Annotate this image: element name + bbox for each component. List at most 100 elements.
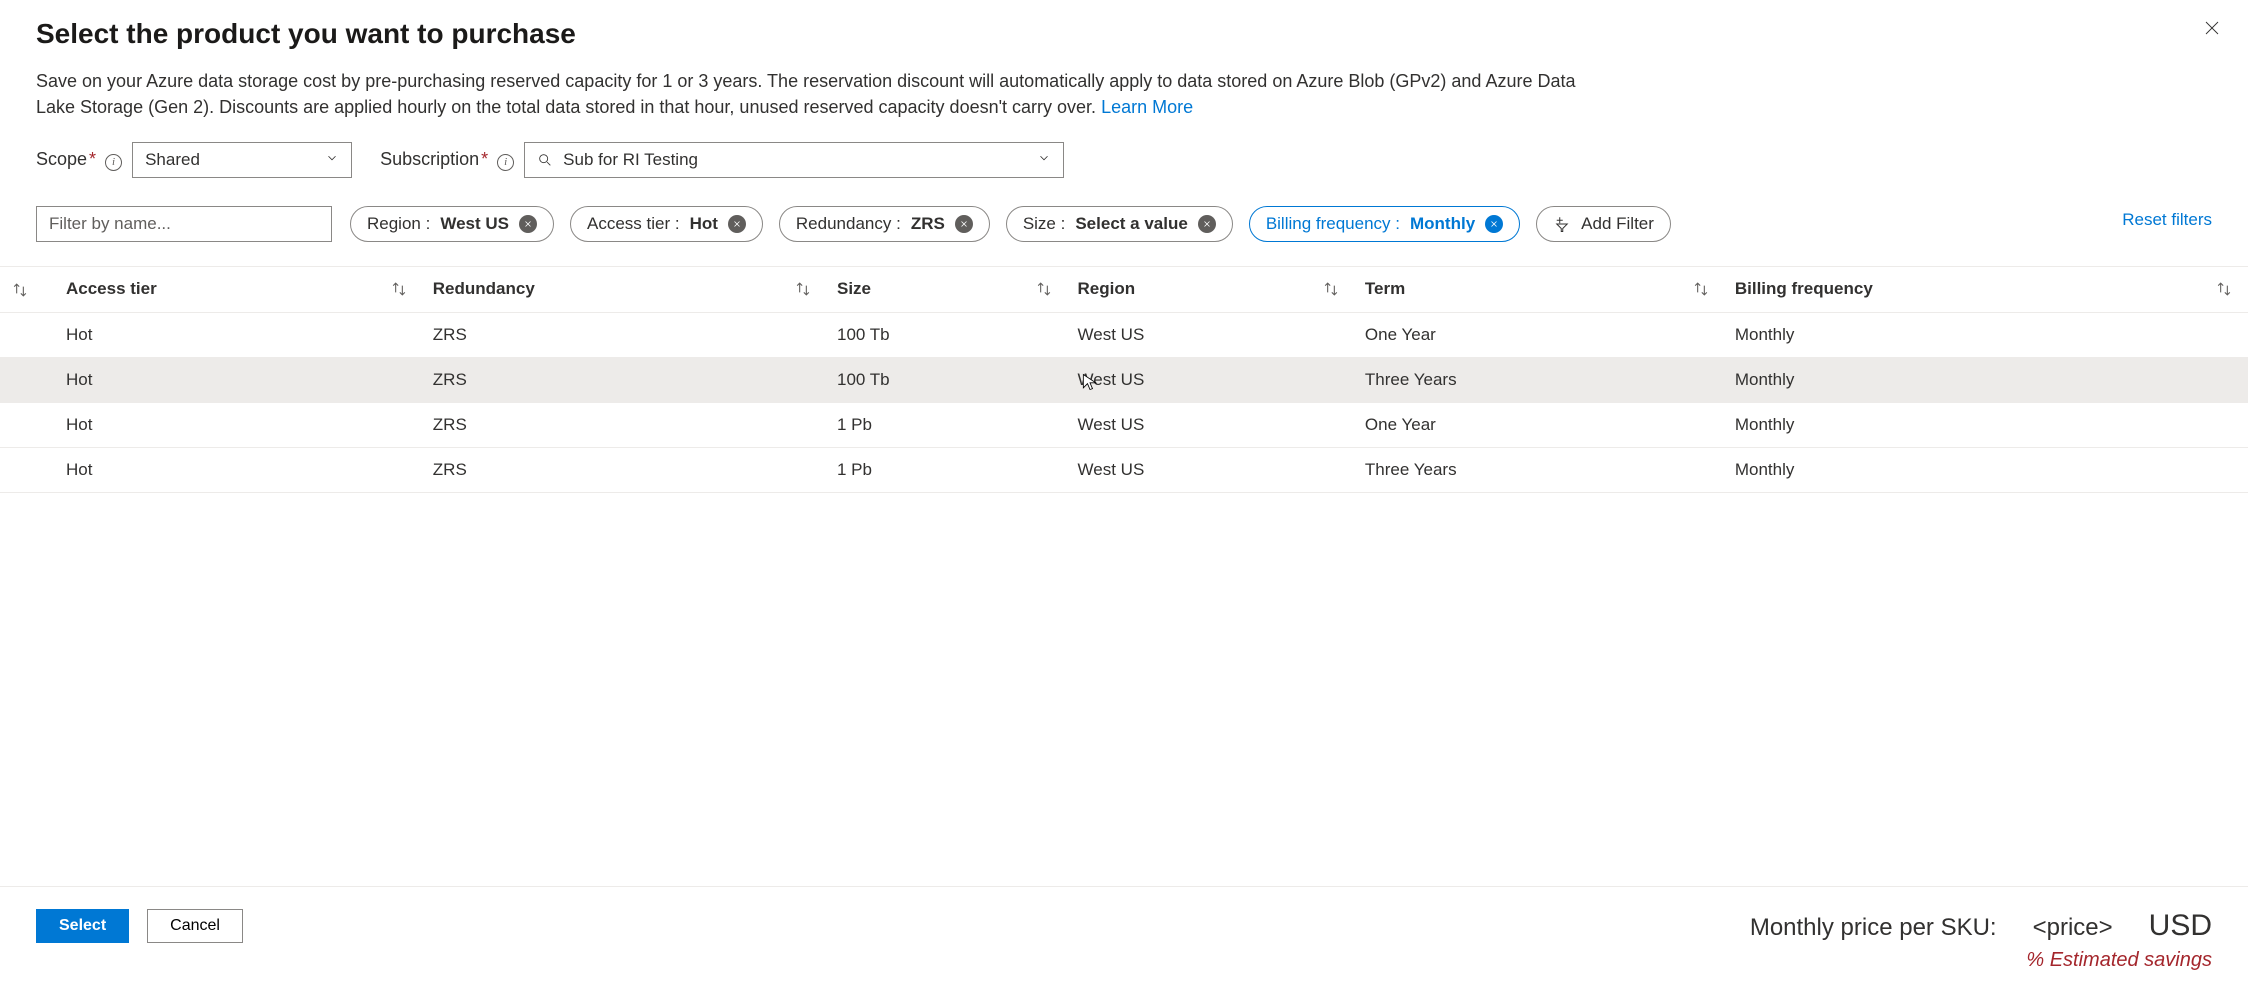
cell-size: 100 Tb <box>827 312 1068 357</box>
cell-size: 1 Pb <box>827 447 1068 492</box>
products-table: Access tier Redundancy Size Region Term Billi… <box>0 267 2248 493</box>
column-label: Redundancy <box>433 279 535 298</box>
selectors-row: Scope* i Shared Subscription* i <box>36 142 2212 178</box>
row-sort-toggle[interactable] <box>0 267 56 312</box>
column-label: Region <box>1078 279 1136 298</box>
add-filter-label: Add Filter <box>1581 214 1654 234</box>
sort-icon[interactable] <box>1034 279 1054 299</box>
column-header[interactable]: Redundancy <box>423 267 827 312</box>
column-header[interactable]: Access tier <box>56 267 423 312</box>
sort-icon[interactable] <box>2214 279 2234 299</box>
currency-label: USD <box>2149 909 2212 943</box>
filter-pill[interactable]: Region : West US <box>350 206 554 242</box>
chevron-down-icon <box>325 150 339 170</box>
column-label: Term <box>1365 279 1405 298</box>
column-header[interactable]: Region <box>1068 267 1355 312</box>
table-row[interactable]: HotZRS1 PbWest USThree YearsMonthly <box>0 447 2248 492</box>
cell-region: West US <box>1068 357 1355 402</box>
cell-region: West US <box>1068 402 1355 447</box>
column-header[interactable]: Billing frequency <box>1725 267 2248 312</box>
subscription-field: Subscription* i Sub for RI Testing <box>380 142 1064 178</box>
pill-label: Access tier : <box>587 214 680 234</box>
cell-term: One Year <box>1355 312 1725 357</box>
cell-term: One Year <box>1355 402 1725 447</box>
filters-area: Reset filters Region : West US Access tie… <box>0 206 2248 260</box>
cell-term: Three Years <box>1355 447 1725 492</box>
purchase-panel: Select the product you want to purchase … <box>0 0 2248 1002</box>
pill-value: Hot <box>690 214 718 234</box>
table-row[interactable]: HotZRS1 PbWest USOne YearMonthly <box>0 402 2248 447</box>
filter-by-name-input[interactable] <box>36 206 332 242</box>
pill-label: Region : <box>367 214 430 234</box>
row-leading-cell <box>0 402 56 447</box>
pill-value: Select a value <box>1075 214 1187 234</box>
add-filter-icon <box>1553 215 1571 233</box>
pill-clear-icon[interactable] <box>1485 215 1503 233</box>
info-icon[interactable]: i <box>497 154 514 171</box>
cell-billing: Monthly <box>1725 447 2248 492</box>
reset-filters-link[interactable]: Reset filters <box>2122 210 2212 230</box>
cell-redundancy: ZRS <box>423 357 827 402</box>
products-table-wrap: Access tier Redundancy Size Region Term Billi… <box>0 266 2248 493</box>
pill-clear-icon[interactable] <box>955 215 973 233</box>
panel-header: Select the product you want to purchase … <box>0 0 2248 206</box>
scope-value: Shared <box>145 150 200 170</box>
row-leading-cell <box>0 312 56 357</box>
filter-pill[interactable]: Size : Select a value <box>1006 206 1233 242</box>
filter-pill[interactable]: Access tier : Hot <box>570 206 763 242</box>
page-title: Select the product you want to purchase <box>36 18 2212 50</box>
chevron-down-icon <box>1037 150 1051 170</box>
close-button[interactable] <box>2200 16 2224 40</box>
table-row[interactable]: HotZRS100 TbWest USOne YearMonthly <box>0 312 2248 357</box>
column-header[interactable]: Term <box>1355 267 1725 312</box>
pill-clear-icon[interactable] <box>1198 215 1216 233</box>
sort-icon[interactable] <box>1691 279 1711 299</box>
scope-dropdown[interactable]: Shared <box>132 142 352 178</box>
cell-term: Three Years <box>1355 357 1725 402</box>
filter-pill[interactable]: Billing frequency : Monthly <box>1249 206 1520 242</box>
estimated-savings: % Estimated savings <box>1750 949 2212 972</box>
cell-region: West US <box>1068 447 1355 492</box>
search-icon <box>537 152 553 168</box>
subscription-value: Sub for RI Testing <box>563 150 698 170</box>
price-label: Monthly price per SKU: <box>1750 914 1997 942</box>
scope-label: Scope* i <box>36 149 122 171</box>
cell-access-tier: Hot <box>56 447 423 492</box>
sort-icon[interactable] <box>793 279 813 299</box>
pill-label: Billing frequency : <box>1266 214 1400 234</box>
row-leading-cell <box>0 357 56 402</box>
price-value: <price> <box>2033 914 2113 942</box>
column-label: Size <box>837 279 871 298</box>
cell-access-tier: Hot <box>56 402 423 447</box>
description-text: Save on your Azure data storage cost by … <box>36 71 1575 117</box>
learn-more-link[interactable]: Learn More <box>1101 97 1193 117</box>
pill-value: Monthly <box>1410 214 1475 234</box>
cell-region: West US <box>1068 312 1355 357</box>
cell-size: 1 Pb <box>827 402 1068 447</box>
pill-clear-icon[interactable] <box>519 215 537 233</box>
filter-pills: Region : West US Access tier : Hot Redunda… <box>350 206 2212 242</box>
subscription-dropdown[interactable]: Sub for RI Testing <box>524 142 1064 178</box>
pill-label: Size : <box>1023 214 1066 234</box>
cell-billing: Monthly <box>1725 357 2248 402</box>
row-leading-cell <box>0 447 56 492</box>
cell-billing: Monthly <box>1725 402 2248 447</box>
cell-redundancy: ZRS <box>423 447 827 492</box>
cancel-button[interactable]: Cancel <box>147 909 243 943</box>
cell-access-tier: Hot <box>56 357 423 402</box>
filter-pill[interactable]: Redundancy : ZRS <box>779 206 990 242</box>
column-label: Billing frequency <box>1735 279 1873 298</box>
column-header[interactable]: Size <box>827 267 1068 312</box>
pill-value: ZRS <box>911 214 945 234</box>
cell-redundancy: ZRS <box>423 402 827 447</box>
page-description: Save on your Azure data storage cost by … <box>36 68 1596 120</box>
pill-clear-icon[interactable] <box>728 215 746 233</box>
add-filter-button[interactable]: Add Filter <box>1536 206 1671 242</box>
info-icon[interactable]: i <box>105 154 122 171</box>
select-button[interactable]: Select <box>36 909 129 943</box>
pill-label: Redundancy : <box>796 214 901 234</box>
sort-icon[interactable] <box>389 279 409 299</box>
sort-icon[interactable] <box>1321 279 1341 299</box>
table-row[interactable]: HotZRS100 TbWest USThree YearsMonthly <box>0 357 2248 402</box>
subscription-label: Subscription* i <box>380 149 514 171</box>
